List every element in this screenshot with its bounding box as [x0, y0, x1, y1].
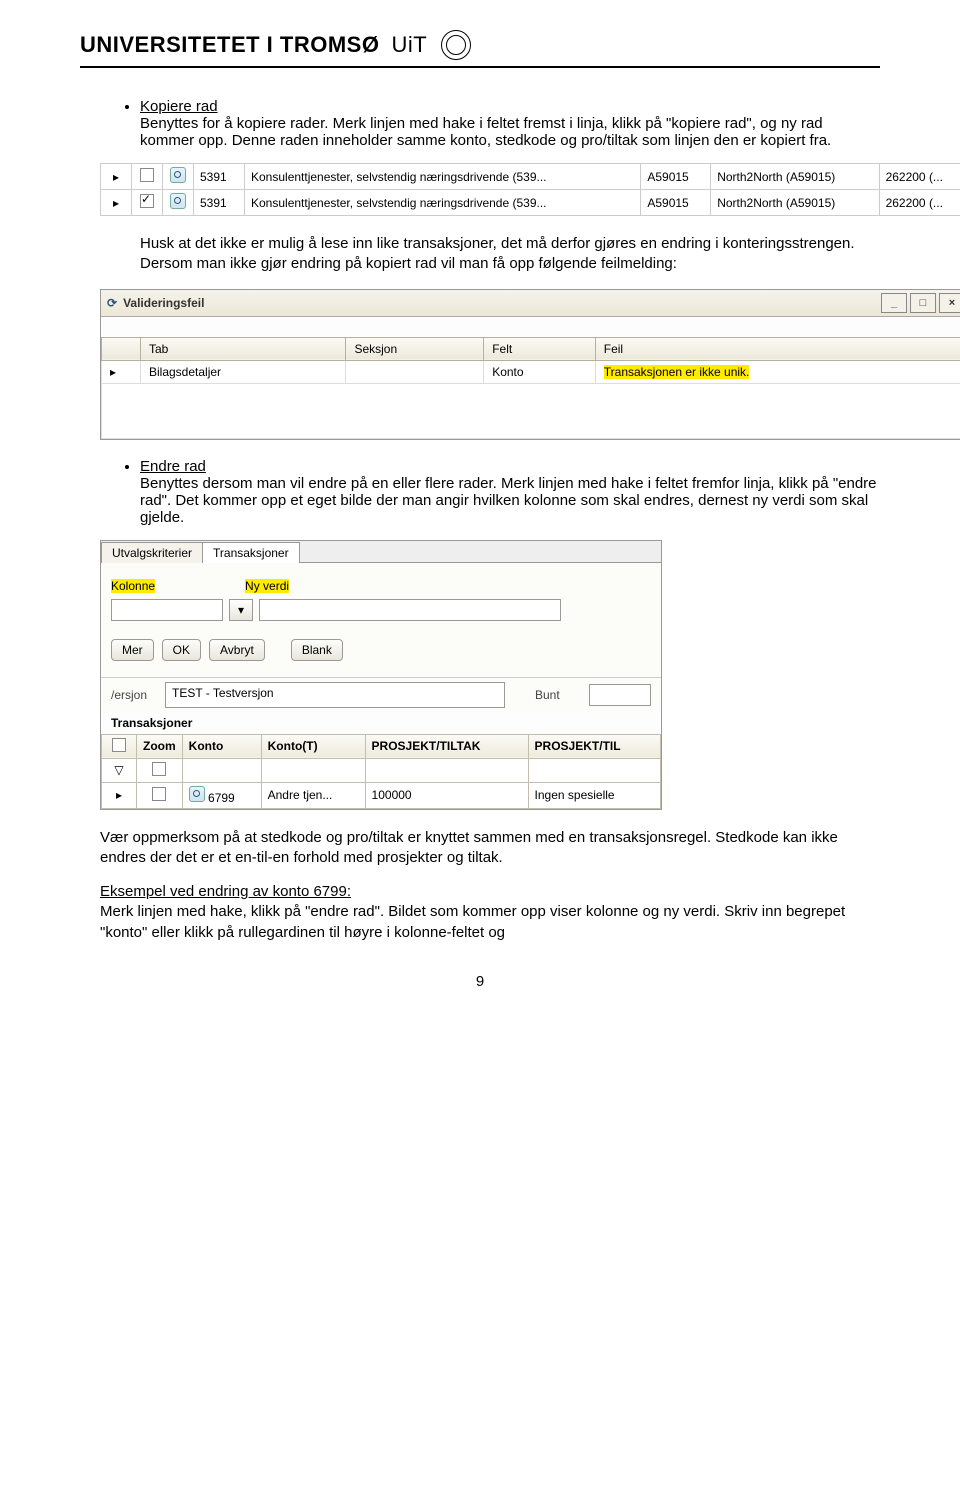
th-chk[interactable] — [102, 734, 137, 758]
window-title: Valideringsfeil — [123, 296, 204, 310]
bullet-list: Endre rad Benyttes dersom man vil endre … — [80, 458, 880, 526]
magnifier-icon — [170, 167, 186, 183]
avbryt-button[interactable]: Avbryt — [209, 639, 265, 661]
table-row[interactable]: ▸ 5391 Konsulenttjenester, selvstendig n… — [101, 164, 960, 190]
versjon-label: /ersjon — [111, 688, 165, 702]
validation-table: Tab Seksjon Felt Feil ▸ Bilagsdetaljer K… — [101, 337, 960, 439]
tekst-cell: Konsulenttjenester, selvstendig næringsd… — [245, 164, 641, 190]
filter-cell[interactable] — [137, 758, 183, 782]
bunt-field[interactable] — [589, 684, 651, 706]
filter-handle[interactable]: ▽ — [102, 758, 137, 782]
th-zoom: Zoom — [137, 734, 183, 758]
cell-feil: Transaksjonen er ikke unik. — [595, 360, 960, 383]
kode-cell: A59015 — [641, 164, 711, 190]
row-checkbox[interactable] — [132, 190, 163, 216]
table-row[interactable]: ▸ 6799 Andre tjen... 100000 Ingen spesie… — [102, 782, 661, 808]
kode-cell: A59015 — [641, 190, 711, 216]
row-handle[interactable]: ▸ — [102, 360, 141, 383]
page-number: 9 — [80, 973, 880, 990]
versjon-row: /ersjon TEST - Testversjon Bunt — [101, 677, 661, 712]
th-seksjon: Seksjon — [346, 337, 484, 360]
example-body: Merk linjen med hake, klikk på "endre ra… — [100, 903, 845, 940]
kolonne-input[interactable] — [111, 599, 223, 621]
maximize-button[interactable]: □ — [910, 293, 936, 313]
row-handle[interactable]: ▸ — [101, 164, 132, 190]
refresh-icon: ⟳ — [107, 296, 117, 310]
label-nyverdi: Ny verdi — [245, 579, 289, 593]
kopiere-rad-title: Kopiere rad — [140, 98, 218, 115]
uit-logo-icon — [441, 30, 471, 60]
prosjekt-cell: North2North (A59015) — [711, 164, 879, 190]
kontot-cell: Andre tjen... — [261, 782, 365, 808]
bullet-kopiere-rad: Kopiere rad Benyttes for å kopiere rader… — [140, 98, 880, 149]
row-checkbox[interactable] — [132, 164, 163, 190]
kopiere-rad-body: Benyttes for å kopiere rader. Merk linje… — [140, 115, 831, 149]
th-felt: Felt — [484, 337, 596, 360]
screenshot-endre-rad: Utvalgskriterier Transaksjoner Kolonne N… — [100, 540, 662, 810]
row-checkbox[interactable] — [137, 782, 183, 808]
ok-button[interactable]: OK — [162, 639, 201, 661]
filter-cell[interactable] — [365, 758, 528, 782]
page-header: UNIVERSITETET I TROMSØ UiT — [80, 30, 880, 68]
magnifier-icon — [170, 193, 186, 209]
minimize-button[interactable]: _ — [881, 293, 907, 313]
tekst-cell: Konsulenttjenester, selvstendig næringsd… — [245, 190, 641, 216]
cell-seksjon — [346, 360, 484, 383]
blank-button[interactable]: Blank — [291, 639, 343, 661]
screenshot-validation-error: ⟳ Valideringsfeil _ □ × Tab Seksjon Felt… — [100, 289, 960, 440]
th-konto: Konto — [182, 734, 261, 758]
zoom-cell[interactable]: 6799 — [182, 782, 261, 808]
belop-cell: 262200 (... — [879, 164, 960, 190]
filter-cell[interactable] — [528, 758, 660, 782]
prosjekt-cell: 100000 — [365, 782, 528, 808]
filter-cell[interactable] — [261, 758, 365, 782]
zoom-cell[interactable] — [163, 164, 194, 190]
filter-cell[interactable] — [182, 758, 261, 782]
konto-cell: 5391 — [194, 164, 245, 190]
table-row[interactable]: ▸ 5391 Konsulenttjenester, selvstendig n… — [101, 190, 960, 216]
mer-button[interactable]: Mer — [111, 639, 154, 661]
th-kontot: Konto(T) — [261, 734, 365, 758]
zoom-cell[interactable] — [163, 190, 194, 216]
th-prosjt: PROSJEKT/TIL — [528, 734, 660, 758]
label-kolonne: Kolonne — [111, 579, 155, 593]
versjon-field[interactable]: TEST - Testversjon — [165, 682, 505, 708]
example-title: Eksempel ved endring av konto 6799: — [100, 883, 351, 900]
belop-cell: 262200 (... — [879, 190, 960, 216]
dropdown-button[interactable]: ▾ — [229, 599, 253, 621]
prosjt-cell: Ingen spesielle — [528, 782, 660, 808]
paragraph-example: Eksempel ved endring av konto 6799: Merk… — [100, 882, 880, 943]
paragraph-note-2: Vær oppmerksom på at stedkode og pro/til… — [100, 828, 880, 869]
row-handle[interactable]: ▸ — [102, 782, 137, 808]
prosjekt-cell: North2North (A59015) — [711, 190, 879, 216]
table-row[interactable]: ▸ Bilagsdetaljer Konto Transaksjonen er … — [102, 360, 960, 383]
uit-text: UiT — [391, 32, 427, 58]
window-title-bar: ⟳ Valideringsfeil _ □ × — [101, 290, 960, 317]
th-blank — [102, 337, 141, 360]
konto-cell: 5391 — [194, 190, 245, 216]
bullet-endre-rad: Endre rad Benyttes dersom man vil endre … — [140, 458, 880, 526]
paragraph-note: Husk at det ikke er mulig å lese inn lik… — [140, 234, 880, 275]
th-tab: Tab — [141, 337, 346, 360]
transaksjoner-header: Transaksjoner — [101, 712, 661, 734]
nyverdi-input[interactable] — [259, 599, 561, 621]
th-feil: Feil — [595, 337, 960, 360]
tab-utvalgskriterier[interactable]: Utvalgskriterier — [101, 542, 203, 563]
magnifier-icon — [189, 786, 205, 802]
cell-felt: Konto — [484, 360, 596, 383]
transaksjoner-table: Zoom Konto Konto(T) PROSJEKT/TILTAK PROS… — [101, 734, 661, 809]
close-button[interactable]: × — [939, 293, 960, 313]
screenshot-copied-rows: ▸ 5391 Konsulenttjenester, selvstendig n… — [100, 163, 960, 216]
bunt-label: Bunt — [535, 688, 589, 702]
tab-bar: Utvalgskriterier Transaksjoner — [101, 541, 661, 563]
bullet-list: Kopiere rad Benyttes for å kopiere rader… — [80, 98, 880, 149]
tab-transaksjoner[interactable]: Transaksjoner — [202, 542, 300, 563]
endre-rad-body: Benyttes dersom man vil endre på en elle… — [140, 475, 877, 526]
row-handle[interactable]: ▸ — [101, 190, 132, 216]
th-prosjekt: PROSJEKT/TILTAK — [365, 734, 528, 758]
university-name: UNIVERSITETET I TROMSØ — [80, 32, 379, 58]
endre-rad-title: Endre rad — [140, 458, 206, 475]
cell-tab: Bilagsdetaljer — [141, 360, 346, 383]
